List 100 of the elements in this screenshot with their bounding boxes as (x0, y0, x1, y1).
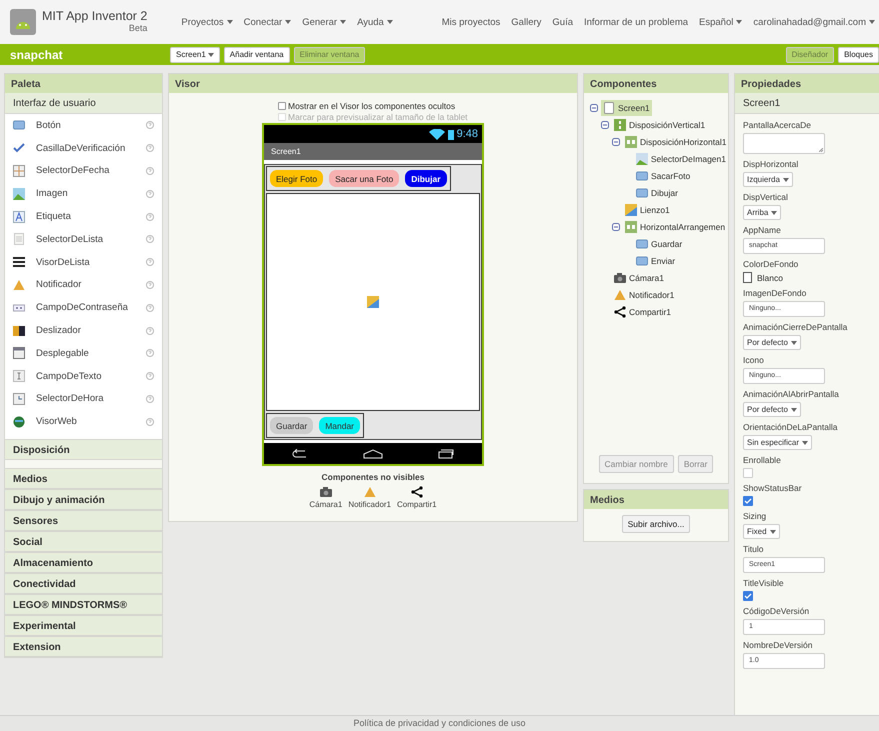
help-icon (146, 212, 154, 221)
collapse-toggle[interactable] (590, 104, 598, 112)
camera-icon (614, 272, 626, 284)
canvas-icon (625, 204, 637, 216)
category-header[interactable]: Experimental (5, 615, 162, 636)
nav-link[interactable]: Informar de un problema (584, 16, 688, 28)
app-button[interactable]: Dibujar (405, 170, 447, 187)
collapse-toggle[interactable] (612, 138, 620, 146)
tree-item[interactable]: Compartir1 (612, 304, 674, 320)
category-header[interactable]: Sensores (5, 510, 162, 532)
property-label: AnimaciónCierreDePantalla (743, 322, 848, 332)
caret-icon (226, 20, 233, 24)
property-label: DispHorizontal (743, 159, 798, 169)
color-swatch[interactable] (743, 272, 752, 283)
component-label: Compartir1 (397, 500, 437, 509)
nav-link[interactable]: Mis proyectos (442, 16, 500, 28)
tree-item[interactable]: Cámara1 (612, 270, 666, 286)
app-button[interactable]: Mandar (319, 417, 360, 434)
tree-item[interactable]: DisposiciónHorizontal1 (623, 134, 728, 150)
category-header[interactable]: LEGO® MINDSTORMS® (5, 594, 162, 616)
component-name: Screen1 (735, 93, 879, 114)
dropdown[interactable]: Izquierda (743, 172, 793, 187)
back-icon (292, 448, 308, 458)
help-icon (146, 235, 154, 244)
caret-icon (770, 530, 776, 534)
tree-item[interactable]: Guardar (634, 236, 684, 252)
toolbar-button[interactable]: Añadir ventana (224, 46, 290, 62)
help-icon (146, 258, 154, 266)
dropdown[interactable]: Sin especificar (743, 435, 812, 450)
layout-icon (614, 118, 626, 130)
logo-icon (10, 9, 36, 35)
dropdown[interactable]: Por defecto (743, 402, 801, 417)
panel-title: Medios (584, 490, 728, 509)
tree-item[interactable]: Notificador1 (612, 286, 676, 302)
property-label: Enrollable (743, 455, 781, 465)
help-icon (146, 349, 154, 358)
panel-title: Paleta (5, 74, 162, 93)
letter-icon (13, 210, 25, 223)
panel-title: Componentes (584, 74, 728, 93)
category-header[interactable]: Disposición (5, 439, 162, 460)
category-header[interactable]: Interfaz de usuario (5, 93, 162, 114)
category-header[interactable]: Dibujo y animación (5, 489, 162, 510)
warning-icon (13, 278, 25, 291)
privacy-link[interactable]: Política de privacidad y condiciones de uso (353, 718, 526, 728)
tree-item[interactable]: Enviar (634, 252, 678, 268)
collapse-toggle[interactable] (612, 222, 620, 230)
nav-link[interactable]: Guía (552, 16, 573, 28)
tree-item[interactable]: HorizontalArrangemen (623, 218, 728, 234)
caret-icon (869, 20, 875, 24)
app-button[interactable]: Guardar (270, 417, 314, 434)
caret-icon (208, 52, 214, 56)
tree-item[interactable]: Lienzo1 (623, 202, 672, 218)
category-header[interactable]: Extension (5, 636, 162, 658)
warning-icon (614, 288, 626, 300)
category-header[interactable]: Medios (5, 468, 162, 490)
password-field-icon (13, 302, 25, 314)
button-icon (636, 254, 648, 266)
tree-item[interactable]: DisposiciónVertical1 (612, 116, 708, 132)
app-button[interactable]: Sacar una Foto (329, 170, 400, 187)
caret-icon (790, 408, 797, 412)
battery-icon (448, 128, 454, 140)
screen-dropdown[interactable]: Screen1 (170, 46, 220, 62)
help-icon (146, 166, 154, 175)
checkbox[interactable] (743, 468, 753, 478)
clock-icon (13, 392, 25, 405)
dropdown[interactable]: Arriba (743, 205, 782, 220)
account-menu[interactable]: carolinahadad@gmail.com (753, 16, 875, 28)
category-header[interactable]: Social (5, 531, 162, 552)
menu-item[interactable]: Generar (302, 16, 346, 28)
menu-item[interactable]: Conectar (244, 16, 292, 28)
category-header[interactable]: Almacenamiento (5, 552, 162, 574)
menu-item[interactable]: Proyectos (181, 16, 233, 28)
checkbox[interactable] (743, 496, 753, 506)
property-label: AppName (743, 225, 781, 235)
dropdown-icon (13, 347, 25, 360)
layout-icon (625, 220, 637, 232)
collapse-toggle[interactable] (601, 120, 609, 128)
dropdown[interactable]: Fixed (743, 524, 780, 539)
tree-item[interactable]: SelectorDeImagen1 (634, 150, 728, 166)
checkbox-option[interactable]: Mostrar en el Visor los componentes ocultos (278, 100, 468, 111)
upload-button[interactable]: Subir archivo... (622, 515, 690, 533)
menu-item[interactable]: Ayuda (357, 16, 393, 28)
app-button[interactable]: Elegir Foto (270, 170, 324, 187)
nav-link[interactable]: Gallery (511, 16, 542, 28)
caret-icon (790, 340, 797, 344)
tree-item[interactable]: SacarFoto (634, 168, 692, 184)
view-tab[interactable]: Bloques (838, 46, 879, 62)
language-menu[interactable]: Español (699, 16, 742, 28)
tree-item[interactable]: Dibujar (634, 184, 680, 200)
help-icon (146, 280, 154, 289)
tree-item[interactable]: Screen1 (601, 100, 652, 116)
checkbox[interactable] (743, 591, 753, 601)
category-header[interactable]: Conectividad (5, 573, 162, 594)
property-label: DispVertical (743, 192, 788, 202)
caret-icon (802, 440, 808, 444)
dropdown[interactable]: Por defecto (743, 335, 801, 350)
canvas-icon (367, 296, 379, 308)
beta-label: Beta (128, 23, 148, 33)
wifi-icon (428, 128, 445, 140)
resize-grip-icon[interactable] (819, 148, 823, 152)
